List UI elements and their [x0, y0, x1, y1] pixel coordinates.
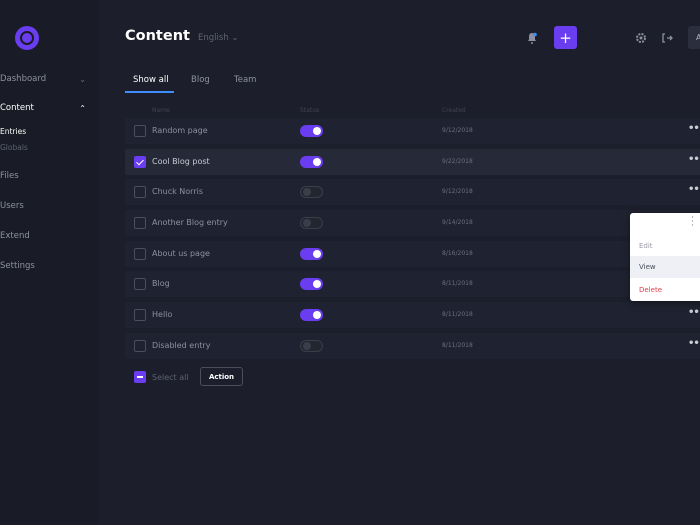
row-name[interactable]: Random page	[152, 126, 208, 135]
select-all-label: Select all	[152, 373, 189, 382]
chevron-down-icon: ⌄	[79, 74, 86, 84]
row-created-date: 8/16/2018	[442, 250, 473, 257]
menu-item-edit[interactable]: Edit	[630, 235, 700, 257]
status-toggle[interactable]	[300, 278, 323, 290]
tab-show-all[interactable]: Show all	[133, 75, 169, 85]
tab-active-indicator	[125, 91, 174, 93]
row-context-menu: · · · Edit View Delete	[630, 213, 700, 301]
table-row[interactable]: Disabled entry 8/11/2018	[125, 333, 700, 359]
more-vertical-icon[interactable]: · · ·	[691, 214, 694, 231]
plus-icon: +	[559, 28, 572, 47]
sidebar-subitem-entries[interactable]: Entries	[0, 127, 26, 136]
sidebar-item-label: Files	[0, 171, 19, 181]
row-name[interactable]: Another Blog entry	[152, 218, 228, 227]
sidebar-item-label: Extend	[0, 231, 30, 241]
row-created-date: 9/12/2018	[442, 127, 473, 134]
row-checkbox[interactable]	[134, 309, 146, 321]
row-checkbox[interactable]	[134, 156, 146, 168]
table-row[interactable]: Chuck Norris 9/12/2018	[125, 179, 700, 205]
language-label: English	[198, 33, 229, 43]
sidebar-item-label: Content	[0, 103, 34, 113]
row-name[interactable]: Blog	[152, 279, 170, 288]
tab-team[interactable]: Team	[234, 75, 256, 85]
status-toggle[interactable]	[300, 248, 323, 260]
status-toggle[interactable]	[300, 156, 323, 168]
avatar[interactable]: A	[688, 26, 700, 49]
more-horizontal-icon[interactable]: •••	[688, 338, 700, 349]
tab-blog[interactable]: Blog	[191, 75, 210, 85]
select-all-checkbox[interactable]	[134, 371, 146, 383]
row-created-date: 8/11/2018	[442, 311, 473, 318]
row-name[interactable]: Hello	[152, 310, 172, 319]
menu-item-view[interactable]: View	[630, 256, 700, 278]
status-toggle[interactable]	[300, 125, 323, 137]
row-checkbox[interactable]	[134, 248, 146, 260]
action-button[interactable]: Action	[200, 367, 243, 386]
status-toggle[interactable]	[300, 217, 323, 229]
page-title: Content	[125, 28, 190, 44]
sidebar-item-label: Dashboard	[0, 74, 47, 84]
table-row[interactable]: Cool Blog post 9/22/2018	[125, 149, 700, 175]
more-horizontal-icon[interactable]: •••	[688, 184, 700, 195]
sidebar-item-files[interactable]: Files	[0, 171, 86, 181]
language-select[interactable]: English ⌄	[198, 33, 239, 43]
sidebar-subitem-globals[interactable]: Globals	[0, 143, 28, 152]
sidebar: Dashboard ⌄ Content ⌃ Entries Globals Fi…	[0, 0, 98, 525]
more-horizontal-icon[interactable]: •••	[688, 307, 700, 318]
table-row[interactable]: About us page 8/16/2018	[125, 241, 700, 267]
column-header-status: Status	[300, 107, 320, 114]
row-checkbox[interactable]	[134, 125, 146, 137]
row-created-date: 8/11/2018	[442, 342, 473, 349]
column-header-created: Created	[442, 107, 466, 114]
logo-icon[interactable]	[15, 26, 39, 50]
more-horizontal-icon[interactable]: •••	[688, 154, 700, 165]
sidebar-item-extend[interactable]: Extend	[0, 231, 86, 241]
more-horizontal-icon[interactable]: •••	[688, 123, 700, 134]
add-button[interactable]: +	[554, 26, 577, 49]
row-name[interactable]: Chuck Norris	[152, 187, 203, 196]
table-row[interactable]: Another Blog entry 9/14/2018	[125, 210, 700, 236]
status-toggle[interactable]	[300, 186, 323, 198]
sidebar-item-settings[interactable]: Settings	[0, 261, 86, 271]
row-checkbox[interactable]	[134, 217, 146, 229]
gear-icon[interactable]	[634, 31, 648, 45]
row-created-date: 9/22/2018	[442, 158, 473, 165]
chevron-down-icon: ⌄	[231, 33, 239, 43]
table-row[interactable]: Random page 9/12/2018	[125, 118, 700, 144]
menu-item-delete[interactable]: Delete	[630, 279, 700, 301]
table-row[interactable]: Hello 8/11/2018	[125, 302, 700, 328]
row-created-date: 9/12/2018	[442, 188, 473, 195]
chevron-up-icon: ⌃	[79, 103, 86, 113]
table-row[interactable]: Blog 8/11/2018	[125, 271, 700, 297]
sidebar-item-content[interactable]: Content ⌃	[0, 103, 86, 113]
sidebar-item-label: Settings	[0, 261, 35, 271]
row-name[interactable]: Cool Blog post	[152, 157, 210, 166]
row-checkbox[interactable]	[134, 340, 146, 352]
row-created-date: 9/14/2018	[442, 219, 473, 226]
row-checkbox[interactable]	[134, 186, 146, 198]
sidebar-item-dashboard[interactable]: Dashboard ⌄	[0, 74, 86, 84]
row-checkbox[interactable]	[134, 278, 146, 290]
bell-icon[interactable]	[525, 31, 539, 45]
sidebar-item-users[interactable]: Users	[0, 201, 86, 211]
logout-icon[interactable]	[660, 31, 674, 45]
status-toggle[interactable]	[300, 340, 323, 352]
row-name[interactable]: About us page	[152, 249, 210, 258]
row-name[interactable]: Disabled entry	[152, 341, 210, 350]
sidebar-item-label: Users	[0, 201, 24, 211]
row-created-date: 8/11/2018	[442, 280, 473, 287]
status-toggle[interactable]	[300, 309, 323, 321]
column-header-name: Name	[152, 107, 170, 114]
